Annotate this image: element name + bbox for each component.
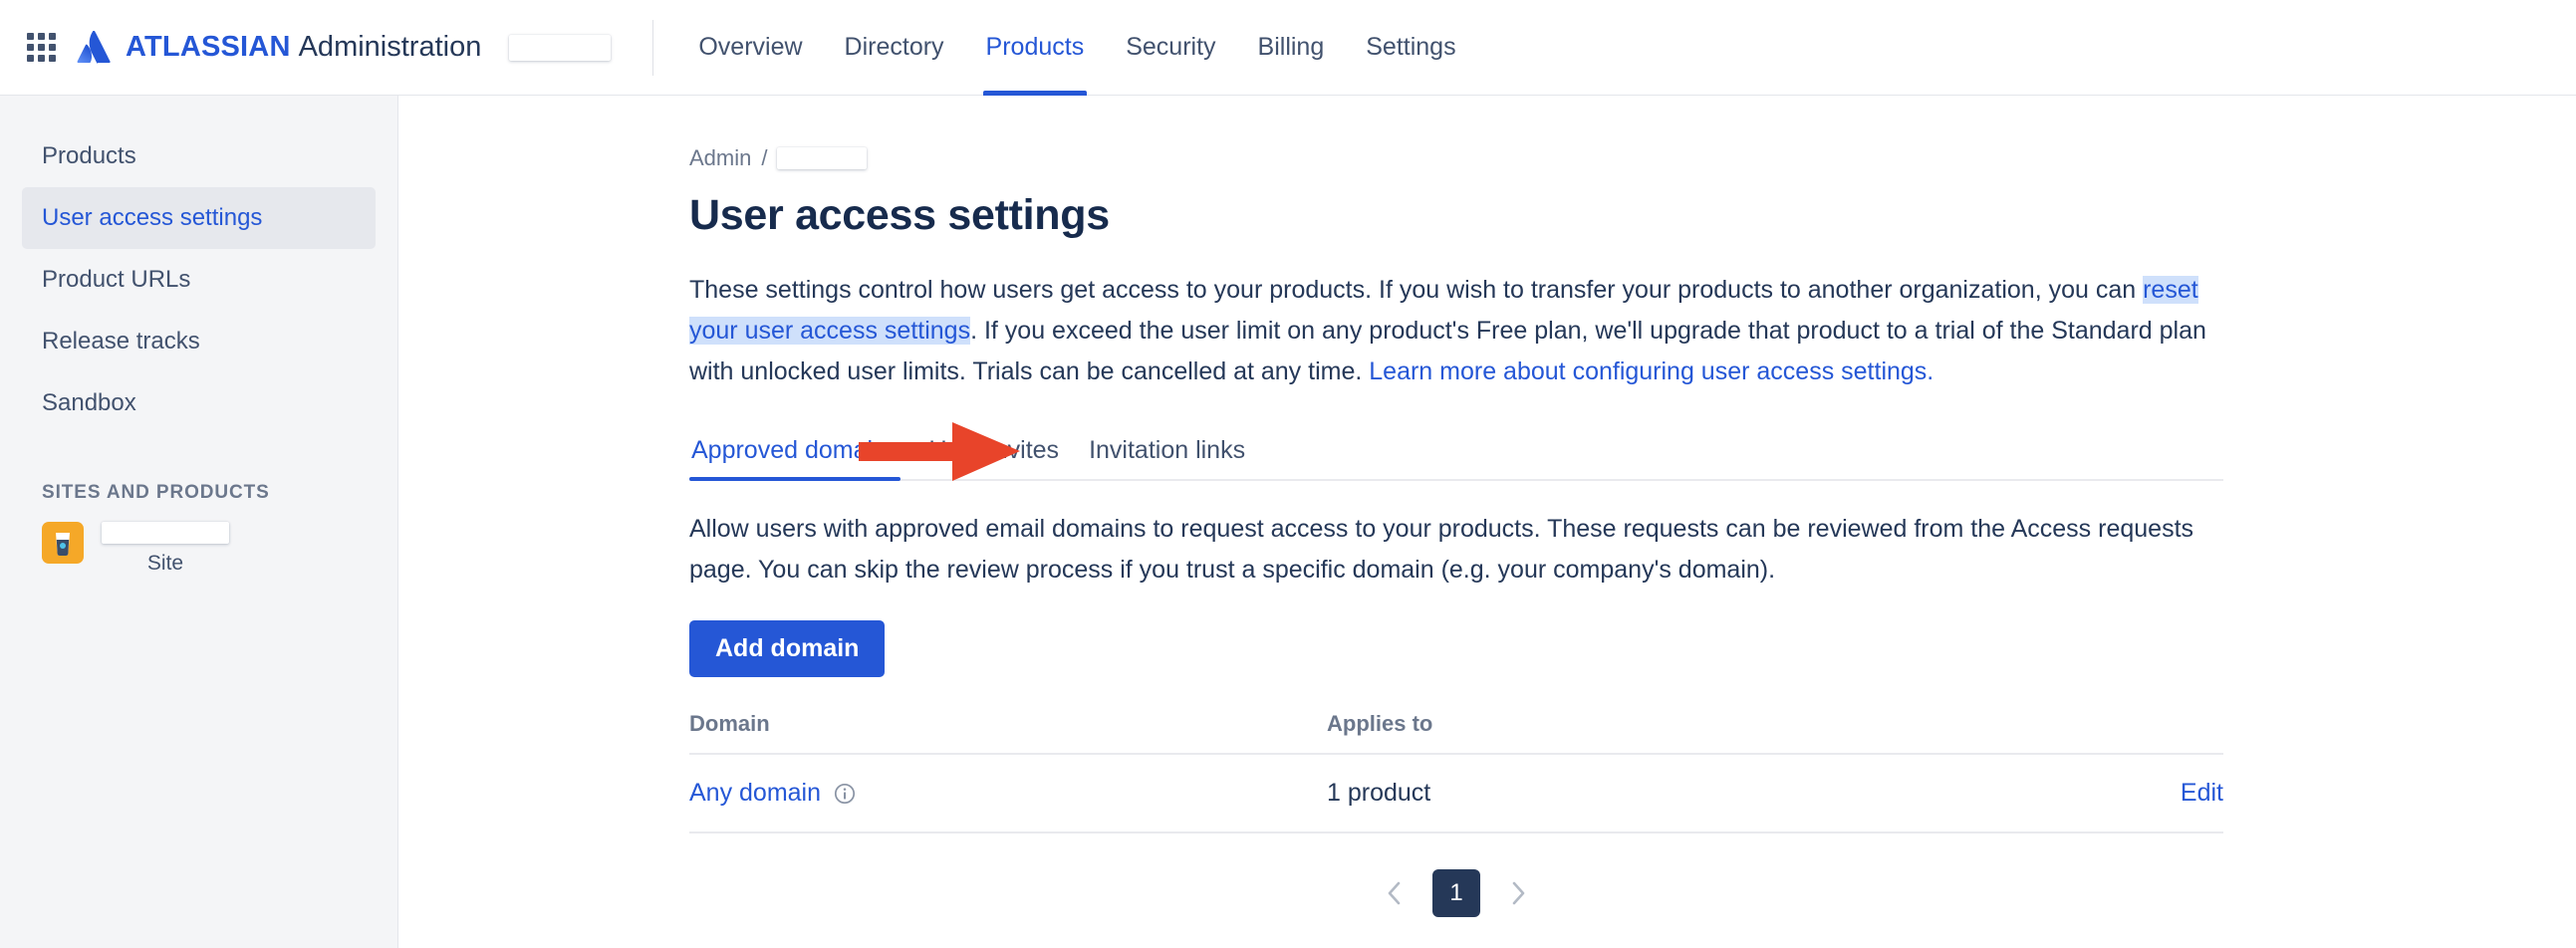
intro-text-part1: These settings control how users get acc… — [689, 276, 2144, 304]
column-header-applies-to: Applies to — [1327, 711, 1885, 755]
tab-label: Approved domains — [691, 436, 900, 464]
chevron-left-icon[interactable] — [1375, 873, 1415, 913]
tab-approved-domains[interactable]: Approved domains — [689, 436, 902, 481]
sidebar-section-title: SITES AND PRODUCTS — [42, 482, 270, 503]
nav-tab-label: Products — [985, 33, 1085, 61]
approved-domains-description: Allow users with approved email domains … — [689, 515, 2194, 584]
sidebar-item-user-access-settings[interactable]: User access settings — [22, 187, 376, 249]
table-body: Any domain 1 product Edit — [689, 754, 2223, 833]
page-title: User access settings — [689, 191, 1110, 239]
pagination: 1 — [689, 869, 2223, 917]
breadcrumb-root[interactable]: Admin — [689, 145, 751, 171]
brand-subtitle: Administration — [298, 31, 482, 63]
page-shell: Products User access settings Product UR… — [0, 96, 2576, 948]
nav-tab-label: Settings — [1366, 33, 1456, 61]
site-name-redacted — [102, 522, 229, 544]
grid-apps-icon[interactable] — [22, 29, 60, 67]
sidebar-site-entry[interactable]: Site — [42, 522, 356, 576]
tab-user-invites[interactable]: User invites — [926, 436, 1061, 479]
brand-name: ATLASSIAN — [126, 31, 291, 63]
info-circle-icon[interactable] — [833, 782, 857, 806]
nav-tab-settings[interactable]: Settings — [1345, 0, 1476, 96]
pagination-page-1[interactable]: 1 — [1432, 869, 1480, 917]
learn-more-link[interactable]: Learn more about configuring user access… — [1369, 357, 1933, 385]
chevron-right-icon[interactable] — [1498, 873, 1538, 913]
table-header-row: Domain Applies to — [689, 711, 2223, 755]
nav-tab-label: Overview — [698, 33, 803, 61]
sidebar-item-sandbox[interactable]: Sandbox — [22, 372, 376, 434]
sidebar: Products User access settings Product UR… — [0, 96, 398, 948]
tab-label: User invites — [928, 436, 1060, 464]
sidebar-item-label: User access settings — [42, 204, 263, 231]
tab-label: Invitation links — [1089, 436, 1246, 464]
column-header-actions — [1885, 711, 2223, 755]
page-intro-paragraph: These settings control how users get acc… — [689, 270, 2228, 392]
sidebar-item-label: Release tracks — [42, 328, 200, 355]
brand-logo-group[interactable]: ATLASSIAN Administration — [76, 30, 482, 65]
site-type-label: Site — [146, 552, 184, 575]
domain-cell-wrapper: Any domain — [689, 779, 1327, 808]
sidebar-item-products[interactable]: Products — [22, 125, 376, 187]
nav-tab-billing[interactable]: Billing — [1237, 0, 1346, 96]
content-column: Admin / User access settings These setti… — [689, 96, 2273, 917]
nav-tab-security[interactable]: Security — [1105, 0, 1236, 96]
sidebar-item-product-urls[interactable]: Product URLs — [22, 249, 376, 311]
sidebar-item-label: Sandbox — [42, 389, 136, 416]
cell-domain: Any domain — [689, 754, 1327, 833]
section-tabs: Approved domains User invites Invitation… — [689, 436, 2223, 481]
org-name-redacted — [509, 34, 612, 61]
any-domain-link[interactable]: Any domain — [689, 779, 821, 808]
top-navigation-bar: ATLASSIAN Administration Overview Direct… — [0, 0, 2576, 96]
tab-invitation-links[interactable]: Invitation links — [1087, 436, 1247, 479]
confluence-site-icon — [42, 522, 84, 564]
add-domain-button[interactable]: Add domain — [689, 620, 886, 677]
approved-domains-table: Domain Applies to Any domain 1 product E… — [689, 711, 2223, 833]
breadcrumb: Admin / — [689, 143, 2273, 173]
sidebar-item-label: Product URLs — [42, 266, 191, 293]
sidebar-item-label: Products — [42, 142, 136, 169]
main-content-area: Admin / User access settings These setti… — [398, 96, 2576, 948]
cell-applies-to: 1 product — [1327, 754, 1885, 833]
primary-nav-tabs: Overview Directory Products Security Bil… — [677, 0, 1476, 96]
edit-link[interactable]: Edit — [2181, 779, 2223, 807]
nav-tab-label: Directory — [844, 33, 944, 61]
nav-tab-directory[interactable]: Directory — [824, 0, 965, 96]
sidebar-item-release-tracks[interactable]: Release tracks — [22, 311, 376, 372]
table-row: Any domain 1 product Edit — [689, 754, 2223, 833]
nav-tab-label: Billing — [1257, 33, 1325, 61]
sidebar-site-meta: Site — [102, 522, 229, 576]
nav-tab-overview[interactable]: Overview — [677, 0, 823, 96]
cell-action: Edit — [1885, 754, 2223, 833]
nav-tab-label: Security — [1126, 33, 1216, 61]
header-divider — [652, 19, 654, 76]
column-header-domain: Domain — [689, 711, 1327, 755]
atlassian-logo-icon — [77, 30, 111, 64]
breadcrumb-separator: / — [761, 145, 768, 170]
nav-tab-products[interactable]: Products — [965, 0, 1106, 96]
breadcrumb-current-redacted — [777, 147, 868, 169]
table-header: Domain Applies to — [689, 711, 2223, 755]
